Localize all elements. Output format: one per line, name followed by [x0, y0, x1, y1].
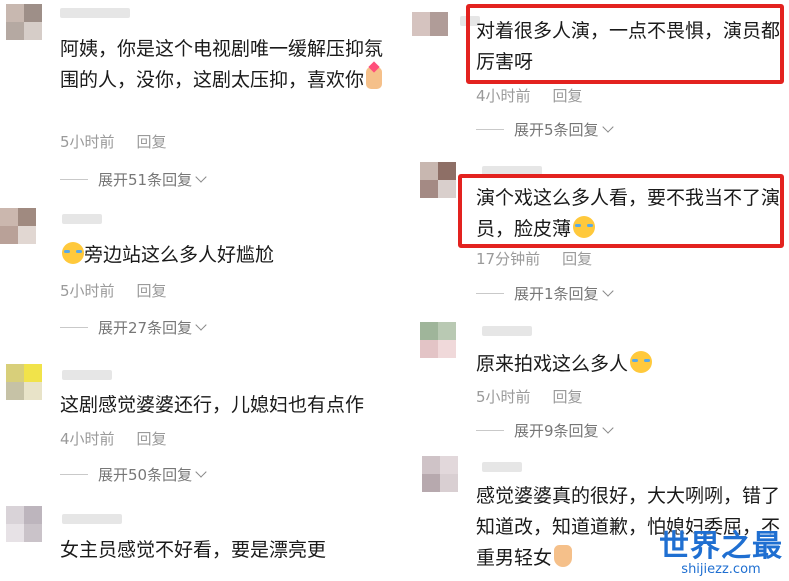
- timestamp: 5小时前: [60, 133, 115, 151]
- expand-replies-button[interactable]: 展开5条回复: [476, 119, 614, 140]
- laughing-crying-emoji: [573, 216, 596, 238]
- username-blurred[interactable]: [62, 370, 112, 380]
- comment-text: 这剧感觉婆婆还行，儿媳妇也有点作: [60, 394, 365, 416]
- reply-button[interactable]: 回复: [553, 87, 583, 105]
- divider-dash: [476, 129, 504, 130]
- comment-meta: 4小时前 回复: [60, 428, 167, 449]
- comment-text: 旁边站这么多人好尴尬: [60, 240, 390, 271]
- comment-meta: 5小时前 回复: [60, 131, 167, 152]
- timestamp: 5小时前: [476, 388, 531, 406]
- tears-emoji: [630, 351, 653, 373]
- expand-replies-button[interactable]: 展开9条回复: [476, 420, 614, 441]
- chevron-down-icon: [601, 422, 614, 434]
- chevron-down-icon: [601, 121, 614, 133]
- comment-meta: 17分钟前 回复: [476, 248, 592, 269]
- username-blurred[interactable]: [60, 8, 130, 18]
- divider-dash: [60, 179, 88, 180]
- reply-button[interactable]: 回复: [137, 282, 167, 300]
- timestamp: 17分钟前: [476, 250, 541, 268]
- watermark-url: shijiezz.com: [681, 562, 761, 577]
- comment-meta: 5小时前 回复: [60, 280, 167, 301]
- username-blurred[interactable]: [482, 462, 522, 472]
- avatar[interactable]: [412, 12, 448, 36]
- avatar[interactable]: [420, 162, 456, 198]
- avatar[interactable]: [420, 322, 456, 358]
- divider-dash: [60, 474, 88, 475]
- username-blurred[interactable]: [482, 326, 532, 336]
- avatar[interactable]: [6, 364, 42, 400]
- timestamp: 4小时前: [60, 430, 115, 448]
- expand-replies-button[interactable]: 展开51条回复: [60, 169, 207, 190]
- divider-dash: [476, 293, 504, 294]
- username-blurred[interactable]: [62, 214, 102, 224]
- expand-replies-button[interactable]: 展开1条回复: [476, 283, 614, 304]
- expand-replies-button[interactable]: 展开50条回复: [60, 464, 207, 485]
- chevron-down-icon: [195, 171, 207, 183]
- heart-hand-emoji: [366, 67, 383, 89]
- chevron-down-icon: [601, 285, 614, 297]
- comment-text: 阿姨，你是这个电视剧唯一缓解压抑氛围的人，没你，这剧太压抑，喜欢你: [60, 38, 384, 91]
- divider-dash: [476, 430, 504, 431]
- expand-replies-button[interactable]: 展开27条回复: [60, 317, 207, 338]
- comment-text: 对着很多人演，一点不畏惧，演员都厉害呀: [476, 20, 781, 73]
- reply-button[interactable]: 回复: [137, 430, 167, 448]
- thumbs-up-emoji: [554, 545, 573, 567]
- timestamp: 4小时前: [476, 87, 531, 105]
- avatar[interactable]: [422, 456, 458, 492]
- reply-button[interactable]: 回复: [562, 250, 592, 268]
- comment-meta: 5小时前 回复: [476, 386, 583, 407]
- comment-meta: 4小时前 回复: [476, 85, 583, 106]
- username-blurred[interactable]: [62, 514, 122, 524]
- site-watermark: 世界之最 shijiezz.com: [659, 531, 783, 577]
- laughing-crying-emoji: [62, 242, 84, 264]
- reply-button[interactable]: 回复: [137, 133, 167, 151]
- avatar[interactable]: [0, 208, 36, 244]
- comment-text: 演个戏这么多人看，要不我当不了演员，脸皮薄: [476, 187, 781, 240]
- reply-button[interactable]: 回复: [553, 388, 583, 406]
- divider-dash: [60, 327, 88, 328]
- chevron-down-icon: [195, 319, 207, 331]
- avatar[interactable]: [6, 4, 42, 40]
- chevron-down-icon: [195, 466, 207, 478]
- watermark-title: 世界之最: [659, 529, 783, 564]
- comment-text: 原来拍戏这么多人: [476, 349, 781, 380]
- timestamp: 5小时前: [60, 282, 115, 300]
- avatar[interactable]: [6, 506, 42, 542]
- comment-text: 女主员感觉不好看，要是漂亮更: [60, 539, 327, 561]
